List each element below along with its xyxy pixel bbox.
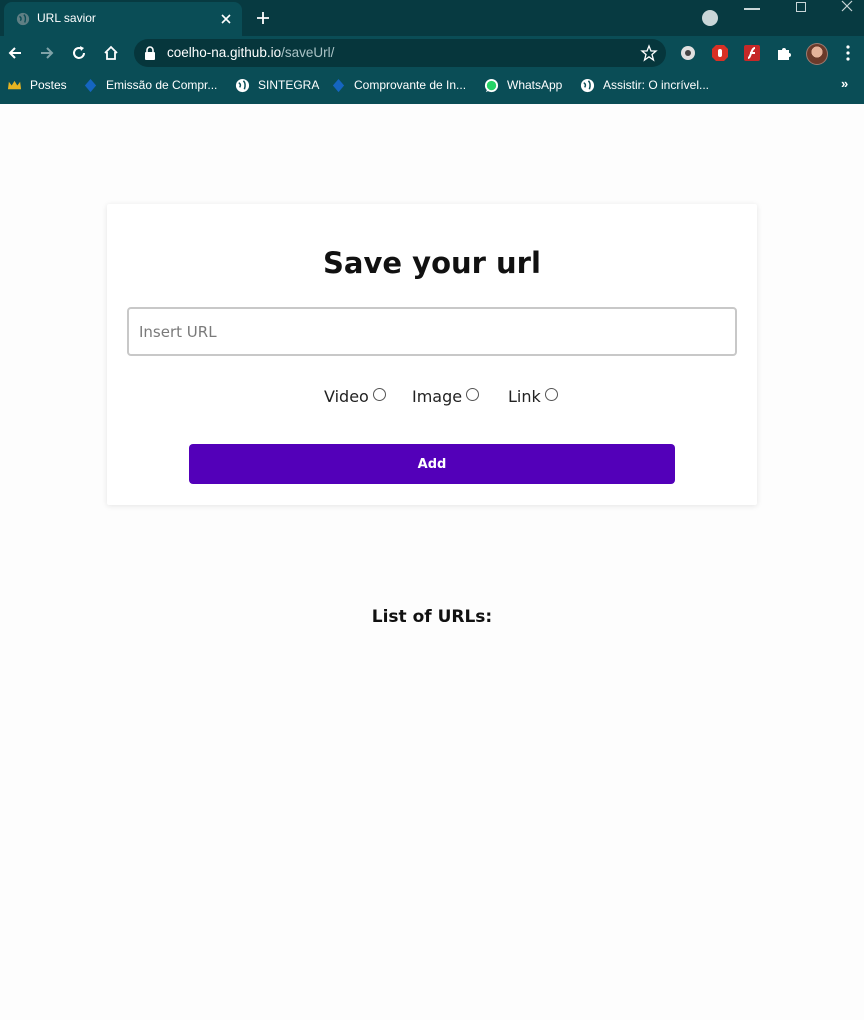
radio-option-image[interactable]: Image — [412, 387, 480, 406]
bookmark-label: Assistir: O incrível... — [603, 78, 710, 92]
minimize-icon[interactable] — [744, 8, 760, 10]
bookmark-assistir[interactable]: Assistir: O incrível... — [580, 76, 709, 94]
reload-icon[interactable] — [70, 44, 88, 62]
browser-chrome: URL savior coelho-na.github.io/saveUrl/ … — [0, 0, 864, 104]
add-button[interactable]: Add — [189, 444, 675, 484]
save-url-card: Save your url Video Image Link Add — [107, 204, 757, 505]
bookmark-star-icon[interactable] — [640, 44, 658, 62]
radio-video[interactable] — [372, 388, 386, 401]
bookmark-emissao[interactable]: Emissão de Compr... — [83, 76, 217, 94]
close-tab-icon[interactable] — [218, 11, 234, 27]
bookmark-whatsapp[interactable]: WhatsApp — [484, 76, 562, 94]
globe-icon — [16, 12, 30, 26]
tab-title: URL savior — [37, 11, 96, 25]
whatsapp-icon — [484, 78, 499, 92]
browser-menu-icon[interactable] — [846, 45, 850, 61]
extensions-puzzle-icon[interactable] — [775, 44, 793, 62]
bookmark-label: Postes — [30, 78, 67, 92]
bookmark-comprovante[interactable]: Comprovante de In... — [331, 76, 466, 94]
home-icon[interactable] — [102, 44, 120, 62]
bookmark-label: SINTEGRA — [258, 78, 320, 92]
bookmark-label: Emissão de Compr... — [106, 78, 218, 92]
browser-toolbar: coelho-na.github.io/saveUrl/ — [0, 36, 864, 70]
address-bar[interactable]: coelho-na.github.io/saveUrl/ — [134, 39, 666, 67]
radio-label-video: Video — [324, 387, 369, 406]
url-path: /saveUrl/ — [281, 45, 335, 60]
profile-avatar[interactable] — [806, 43, 828, 65]
bookmarks-overflow-icon[interactable]: » — [841, 76, 848, 91]
crown-icon — [7, 80, 22, 89]
flash-extension-icon[interactable] — [743, 44, 761, 62]
bookmarks-bar: Postes Emissão de Compr... SINTEGRA Comp… — [0, 70, 864, 100]
new-tab-icon[interactable] — [254, 9, 272, 27]
bookmark-label: Comprovante de In... — [354, 78, 467, 92]
url-input[interactable] — [127, 307, 737, 356]
bookmark-postes[interactable]: Postes — [7, 76, 67, 94]
forward-arrow-icon[interactable] — [38, 44, 56, 62]
bookmark-sintegra[interactable]: SINTEGRA — [235, 76, 319, 94]
radio-image[interactable] — [466, 388, 480, 401]
lock-icon — [145, 46, 155, 60]
back-arrow-icon[interactable] — [6, 44, 24, 62]
adblock-extension-icon[interactable] — [711, 44, 729, 62]
window-close-icon[interactable] — [840, 0, 854, 14]
maximize-icon[interactable] — [796, 2, 806, 12]
settings-extension-icon[interactable] — [679, 44, 697, 62]
leaf-icon — [332, 78, 345, 92]
list-heading: List of URLs: — [371, 607, 493, 627]
globe-icon — [580, 78, 595, 92]
globe-icon — [235, 78, 250, 92]
bookmark-label: WhatsApp — [507, 78, 563, 92]
page-title: Save your url — [323, 246, 541, 280]
type-radio-group: Video Image Link — [107, 387, 757, 409]
url-host: coelho-na.github.io — [167, 45, 282, 60]
radio-label-link: Link — [508, 387, 541, 406]
radio-link[interactable] — [544, 388, 558, 401]
radio-label-image: Image — [412, 387, 463, 406]
tab-strip: URL savior — [0, 0, 864, 36]
tab-url-savior[interactable]: URL savior — [4, 2, 242, 36]
radio-option-video[interactable]: Video — [324, 387, 386, 406]
leaf-icon — [84, 78, 97, 92]
radio-option-link[interactable]: Link — [508, 387, 558, 406]
url-text: coelho-na.github.io/saveUrl/ — [167, 45, 334, 60]
tab-search-icon[interactable] — [702, 10, 718, 26]
